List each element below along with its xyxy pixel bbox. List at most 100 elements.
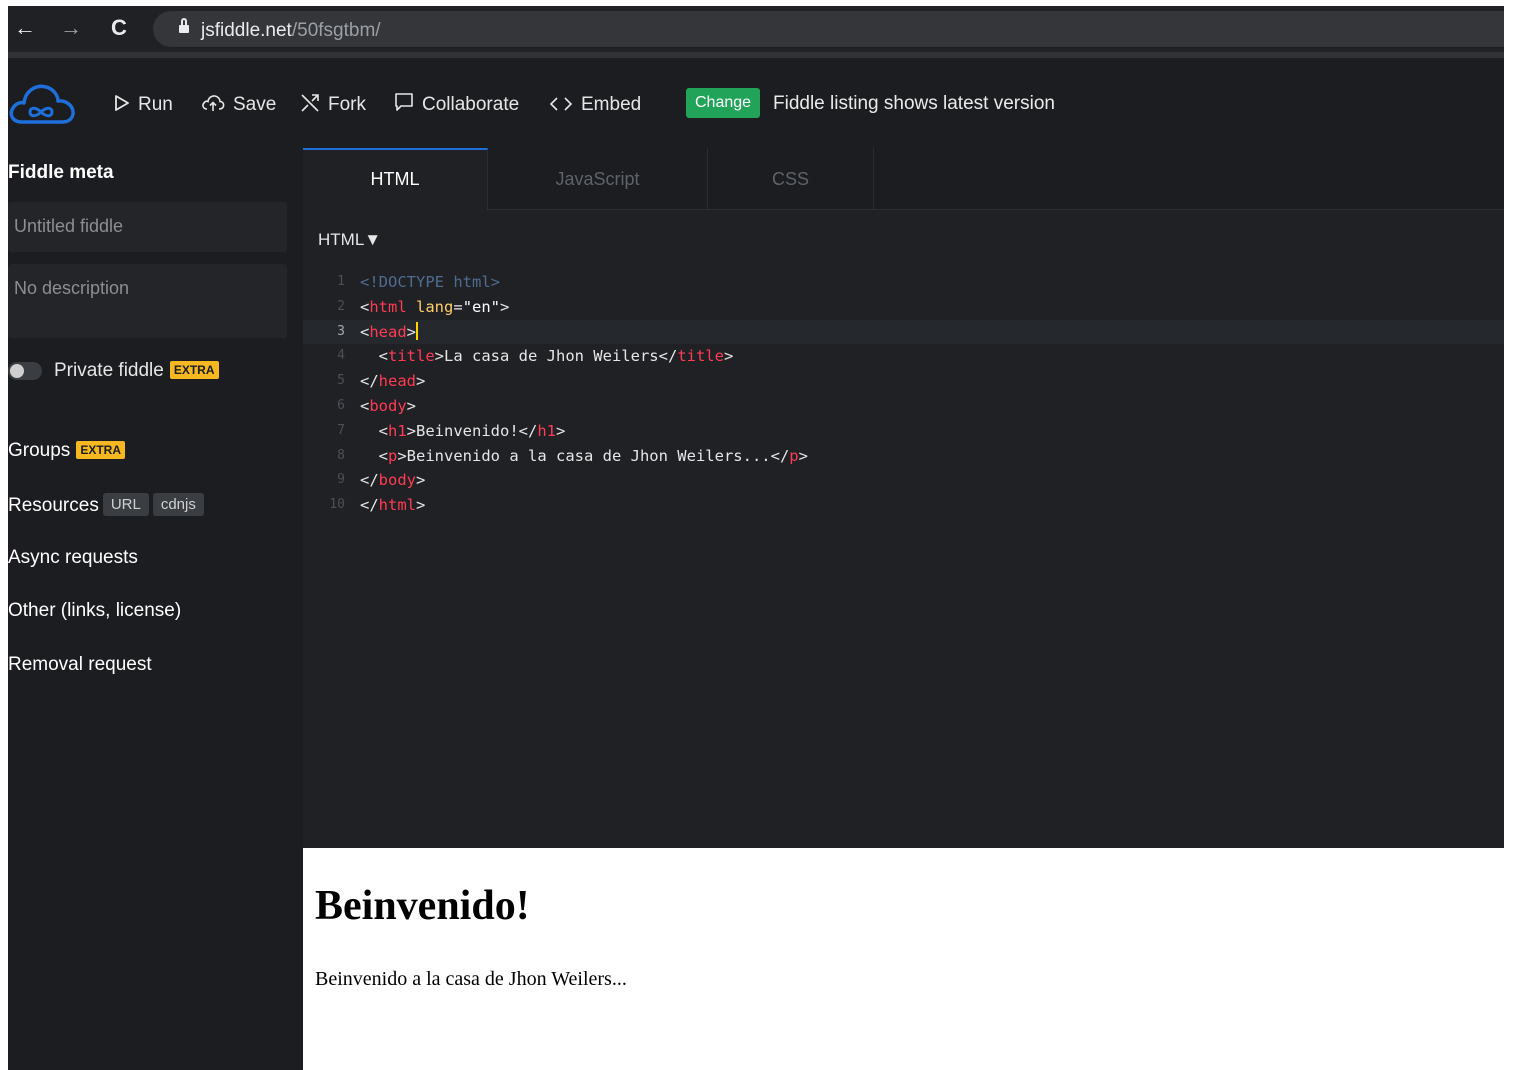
code-token: > xyxy=(406,396,417,415)
code-token: head xyxy=(378,372,416,391)
code-line-content: </head> xyxy=(360,369,425,394)
jsfiddle-app: Run Save Fork Collaborate Embed Change F… xyxy=(8,58,1504,1070)
change-button[interactable]: Change xyxy=(686,88,761,118)
code-line[interactable]: 1 <!DOCTYPE html> xyxy=(303,270,1504,295)
app-toolbar: Run Save Fork Collaborate Embed Change F… xyxy=(8,58,1504,148)
code-token: > xyxy=(798,446,808,465)
async-requests-link[interactable]: Async requests xyxy=(8,547,138,569)
fiddle-description-input[interactable]: No description xyxy=(8,264,287,338)
code-token: h1 xyxy=(388,421,407,440)
address-bar[interactable]: jsfiddle.net/50fsgtbm/ xyxy=(153,11,1504,47)
code-token: h1 xyxy=(537,421,556,440)
code-token: < xyxy=(360,396,370,415)
line-number: 10 xyxy=(329,497,345,513)
code-line-content: </html> xyxy=(360,493,425,518)
fork-button[interactable]: Fork xyxy=(300,92,366,118)
back-arrow-icon[interactable]: ← xyxy=(10,6,40,52)
line-number: 1 xyxy=(337,274,345,289)
removal-request-link[interactable]: Removal request xyxy=(8,654,152,676)
resources-url-chip[interactable]: URL xyxy=(102,493,149,516)
fiddle-meta-heading: Fiddle meta xyxy=(8,162,114,183)
line-number: 5 xyxy=(337,373,345,389)
code-token: </ xyxy=(360,372,379,391)
run-button[interactable]: Run xyxy=(114,92,173,118)
code-line[interactable]: 7 <h1>Beinvenido!</h1> xyxy=(303,419,1504,444)
code-token: > xyxy=(406,322,417,341)
code-token: html xyxy=(369,297,407,316)
url-host: jsfiddle.net xyxy=(201,20,292,41)
code-token: title xyxy=(677,347,724,366)
code-line-content: <html lang="en"> xyxy=(360,295,509,320)
code-line[interactable]: 8 <p>Beinvenido a la casa de Jhon Weiler… xyxy=(303,444,1504,469)
code-token: title xyxy=(388,347,435,366)
browser-toolbar: ← → C jsfiddle.net/50fsgtbm/ xyxy=(8,6,1504,52)
forward-arrow-icon[interactable]: → xyxy=(56,6,86,52)
text-cursor xyxy=(416,321,419,340)
line-number: 2 xyxy=(337,298,345,314)
code-token: > xyxy=(416,372,426,391)
cloud-upload-icon xyxy=(202,95,225,111)
other-links-license-link[interactable]: Other (links, license) xyxy=(8,600,181,622)
code-token: <!DOCTYPE html> xyxy=(360,273,500,291)
code-token: </ xyxy=(360,471,379,490)
code-token: </ xyxy=(360,496,379,515)
code-line-content: <head> xyxy=(360,320,419,345)
code-line[interactable]: 10 </html> xyxy=(303,493,1504,518)
listing-status-text: Fiddle listing shows latest version xyxy=(773,93,1055,114)
code-line[interactable]: 3 <head> xyxy=(303,319,1504,345)
code-token: >La casa de Jhon Weilers</ xyxy=(434,347,678,366)
language-dropdown[interactable]: HTML▼ xyxy=(318,230,381,250)
code-token: body xyxy=(378,471,416,490)
code-token: < xyxy=(360,347,388,366)
sidebar: Fiddle meta Untitled fiddle No descripti… xyxy=(8,148,303,1070)
save-button[interactable]: Save xyxy=(201,92,276,118)
code-line-content: </body> xyxy=(360,468,425,493)
code-line[interactable]: 2 <html lang="en"> xyxy=(303,295,1504,320)
collaborate-label: Collaborate xyxy=(422,94,520,115)
code-token: >Beinvenido a la casa de Jhon Weilers...… xyxy=(397,446,790,465)
collaborate-button[interactable]: Collaborate xyxy=(394,92,519,118)
line-number: 7 xyxy=(337,422,345,438)
play-icon xyxy=(115,95,129,111)
code-token: >Beinvenido!</ xyxy=(406,421,538,440)
code-brackets-icon xyxy=(549,97,573,111)
groups-link[interactable]: Groups EXTRA xyxy=(8,440,125,462)
reload-icon[interactable]: C xyxy=(104,6,134,52)
code-token: > xyxy=(556,421,566,440)
embed-label: Embed xyxy=(581,94,642,115)
resources-cdnjs-chip[interactable]: cdnjs xyxy=(152,493,204,516)
resources-link[interactable]: Resources URL cdnjs xyxy=(8,493,204,517)
jsfiddle-logo-icon[interactable] xyxy=(8,78,76,130)
url-text[interactable]: jsfiddle.net/50fsgtbm/ xyxy=(201,20,381,42)
code-token: head xyxy=(369,322,407,341)
private-fiddle-toggle[interactable] xyxy=(8,362,42,380)
fork-icon xyxy=(301,94,319,112)
fiddle-title-input[interactable]: Untitled fiddle xyxy=(8,202,287,252)
fork-label: Fork xyxy=(328,94,366,115)
preview-heading: Beinvenido! xyxy=(315,883,530,929)
embed-button[interactable]: Embed xyxy=(549,92,641,118)
code-token: body xyxy=(369,396,407,415)
tab-javascript[interactable]: JavaScript xyxy=(488,148,708,210)
code-line[interactable]: 6 <body> xyxy=(303,394,1504,419)
private-fiddle-text: Private fiddle xyxy=(54,360,164,381)
code-token: < xyxy=(360,421,388,440)
line-number: 8 xyxy=(337,447,345,463)
preview-paragraph: Beinvenido a la casa de Jhon Weilers... xyxy=(315,968,627,990)
lock-icon[interactable] xyxy=(179,18,189,34)
code-area[interactable]: 1 <!DOCTYPE html> 2 <html lang="en"> 3 <head>… xyxy=(303,270,1504,518)
code-token: < xyxy=(360,297,370,316)
tab-css[interactable]: CSS xyxy=(708,148,874,210)
line-number: 4 xyxy=(337,348,345,364)
result-preview: Beinvenido! Beinvenido a la casa de Jhon… xyxy=(303,848,1504,1070)
code-line[interactable]: 9 </body> xyxy=(303,468,1504,493)
tab-html[interactable]: HTML xyxy=(303,148,488,210)
html-editor-panel: HTML JavaScript CSS HTML▼ 1 <!DOCTYPE htm… xyxy=(303,148,1504,848)
code-token: = xyxy=(453,297,463,316)
code-token: p xyxy=(789,446,799,465)
code-line-content: <h1>Beinvenido!</h1> xyxy=(360,419,566,444)
code-token: < xyxy=(360,322,370,341)
code-line[interactable]: 4 <title>La casa de Jhon Weilers</title> xyxy=(303,344,1504,369)
code-line[interactable]: 5 </head> xyxy=(303,369,1504,394)
private-fiddle-label: Private fiddle EXTRA xyxy=(54,360,219,382)
